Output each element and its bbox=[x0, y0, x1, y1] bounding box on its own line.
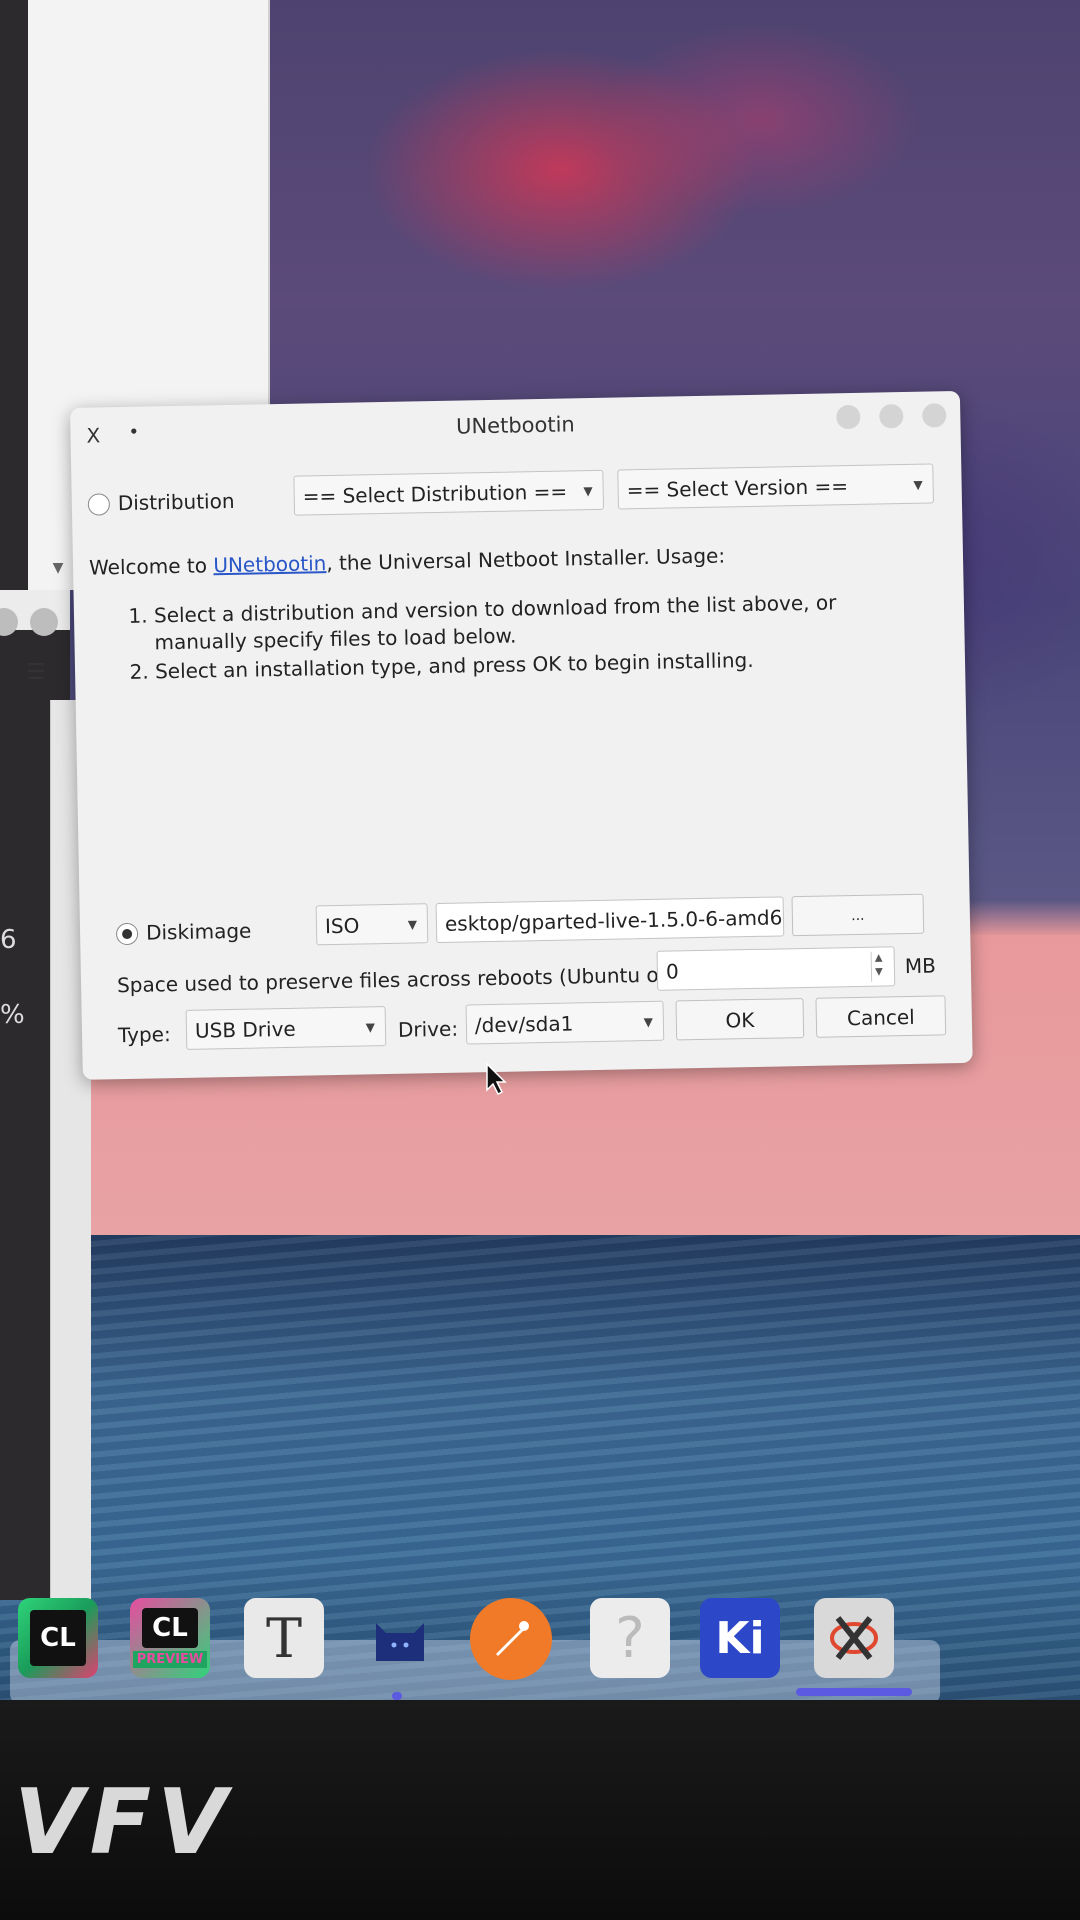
unetbootin-link[interactable]: UNetbootin bbox=[213, 551, 326, 577]
iso-path-field[interactable]: esktop/gparted-live-1.5.0-6-amd64.iso bbox=[435, 896, 785, 944]
drive-dropdown[interactable]: /dev/sda1 ▼ bbox=[465, 1000, 665, 1045]
preview-badge: PREVIEW bbox=[132, 1651, 208, 1668]
image-format-value: ISO bbox=[324, 913, 360, 939]
dock-active-indicator bbox=[796, 1688, 912, 1696]
welcome-suffix: , the Universal Netboot Installer. Usage… bbox=[326, 543, 726, 576]
dock-running-indicator bbox=[392, 1692, 402, 1700]
usage-instructions: Select a distribution and version to dow… bbox=[130, 588, 891, 688]
chevron-down-icon: ▼ bbox=[913, 477, 923, 492]
persist-label: Space used to preserve files across rebo… bbox=[116, 961, 704, 998]
type-dropdown[interactable]: USB Drive ▼ bbox=[185, 1006, 387, 1050]
select-distribution-value: == Select Distribution == bbox=[302, 479, 568, 509]
mouse-cursor-icon bbox=[486, 1062, 507, 1096]
persist-unit: MB bbox=[904, 953, 937, 979]
unetbootin-window: X • UNetbootin Distribution == Select Di… bbox=[70, 390, 973, 1080]
maximize-icon[interactable] bbox=[878, 404, 904, 429]
diskimage-radio[interactable] bbox=[115, 922, 139, 946]
drive-value: /dev/sda1 bbox=[474, 1011, 574, 1038]
close-button-icon[interactable] bbox=[922, 403, 947, 428]
persist-size-value: 0 bbox=[665, 959, 679, 984]
browse-button[interactable]: ... bbox=[791, 893, 925, 937]
rocket-icon bbox=[496, 1621, 529, 1656]
help-icon[interactable]: ? bbox=[590, 1598, 670, 1678]
select-distribution-dropdown[interactable]: == Select Distribution == ▼ bbox=[293, 469, 605, 516]
welcome-text: Welcome to UNetbootin, the Universal Net… bbox=[89, 543, 725, 579]
distribution-label: Distribution bbox=[117, 488, 235, 516]
window-buttons bbox=[822, 403, 947, 433]
postman-icon[interactable] bbox=[470, 1598, 552, 1680]
window-control-icon[interactable] bbox=[0, 608, 18, 636]
select-version-dropdown[interactable]: == Select Version == ▼ bbox=[617, 463, 934, 510]
background-text: 6 bbox=[0, 925, 17, 955]
kicad-icon[interactable]: Ki bbox=[700, 1598, 780, 1678]
cat-icon bbox=[376, 1623, 424, 1661]
diskimage-label: Diskimage bbox=[145, 918, 252, 945]
clion-preview-icon-text: CL bbox=[152, 1613, 188, 1643]
cancel-button[interactable]: Cancel bbox=[815, 995, 947, 1038]
chevron-down-icon: ▼ bbox=[643, 1014, 654, 1030]
monitor-brand-logo: VFV bbox=[14, 1770, 233, 1875]
clion-icon-text: CL bbox=[40, 1623, 76, 1653]
clion-icon[interactable]: CL bbox=[18, 1598, 98, 1678]
chevron-down-icon: ▼ bbox=[583, 483, 593, 499]
image-format-dropdown[interactable]: ISO ▼ bbox=[315, 903, 429, 946]
x-icon bbox=[830, 1616, 878, 1660]
type-label: Type: bbox=[117, 1022, 171, 1048]
scroll-down-arrow-icon[interactable]: ▼ bbox=[48, 560, 68, 590]
clion-preview-icon[interactable]: CL PREVIEW bbox=[130, 1598, 210, 1678]
background-text: % bbox=[0, 1000, 25, 1030]
background-window-controls bbox=[0, 608, 60, 638]
type-value: USB Drive bbox=[194, 1016, 296, 1043]
ok-button[interactable]: OK bbox=[675, 998, 805, 1041]
menu-icon[interactable]: ☰ bbox=[26, 660, 48, 686]
text-editor-icon[interactable]: T bbox=[244, 1598, 324, 1678]
chevron-down-icon: ▼ bbox=[365, 1020, 376, 1035]
drive-label: Drive: bbox=[397, 1016, 459, 1042]
cat-app-icon[interactable] bbox=[360, 1598, 440, 1678]
distribution-radio[interactable] bbox=[87, 493, 111, 516]
minimize-icon[interactable] bbox=[835, 404, 861, 430]
help-icon-text: ? bbox=[615, 1605, 645, 1671]
text-editor-icon-text: T bbox=[265, 1606, 303, 1670]
select-version-value: == Select Version == bbox=[626, 474, 849, 503]
welcome-prefix: Welcome to bbox=[88, 553, 214, 580]
x-app-icon[interactable] bbox=[814, 1598, 894, 1678]
spinner-arrows-icon[interactable]: ▲ ▼ bbox=[870, 951, 887, 982]
persist-size-spinbox[interactable]: 0 ▲ ▼ bbox=[656, 946, 896, 991]
kicad-icon-text: Ki bbox=[715, 1612, 765, 1664]
window-control-icon[interactable] bbox=[30, 608, 58, 636]
chevron-down-icon: ▼ bbox=[407, 917, 418, 932]
